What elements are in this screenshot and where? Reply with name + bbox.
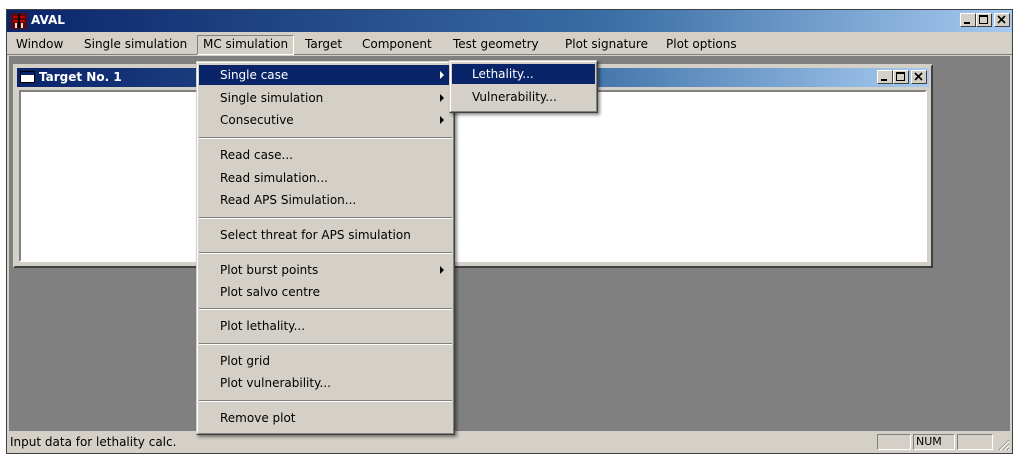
menu-component[interactable]: Component [357,35,437,53]
menu-item-label: Read case... [220,148,293,162]
submenu-arrow-icon [440,116,444,124]
menu-item-remove-plot[interactable]: Remove plot [199,408,452,428]
minimize-icon [964,22,970,24]
menu-item-label: Plot vulnerability... [220,376,331,390]
status-bar: Input data for lethality calc. NUM [7,431,1012,453]
child-window-title: Target No. 1 [39,70,122,84]
maximize-icon [979,15,988,24]
menu-bar: Window Single simulation MC simulation T… [7,32,1012,55]
menu-item-label: Lethality... [472,67,534,81]
menu-item-read-simulation[interactable]: Read simulation... [199,168,452,188]
menu-item-label: Plot burst points [220,263,319,277]
menu-item-label: Vulnerability... [472,90,557,104]
menu-item-plot-salvo-centre[interactable]: Plot salvo centre [199,282,452,302]
menu-mc-simulation[interactable]: MC simulation [197,35,295,55]
menu-item-label: Plot grid [220,354,270,368]
menu-item-plot-vulnerability[interactable]: Plot vulnerability... [199,373,452,393]
menu-single-simulation[interactable]: Single simulation [79,35,192,53]
menu-item-label: Select threat for APS simulation [220,228,411,242]
menu-item-single-simulation[interactable]: Single simulation [199,88,452,108]
menu-item-label: Single simulation [220,91,324,105]
menu-item-label: Read simulation... [220,171,328,185]
minimize-icon [881,79,887,81]
status-message: Input data for lethality calc. [10,435,177,449]
menu-item-label: Plot salvo centre [220,285,320,299]
menu-item-plot-grid[interactable]: Plot grid [199,351,452,371]
menu-item-read-case[interactable]: Read case... [199,145,452,165]
menu-separator [199,308,452,310]
child-minimize-button[interactable] [877,70,893,84]
menu-target[interactable]: Target [300,35,347,53]
status-panel-scroll [957,434,993,450]
submenu-arrow-icon [440,266,444,274]
status-panel-caps [877,434,911,450]
menu-separator [199,252,452,254]
menu-separator [199,137,452,139]
child-close-button[interactable] [911,70,927,84]
menu-item-plot-lethality[interactable]: Plot lethality... [199,316,452,336]
single-case-submenu: Lethality... Vulnerability... [449,60,598,113]
close-icon [914,72,923,81]
menu-item-label: Single case [220,68,289,82]
submenu-arrow-icon [440,94,444,102]
status-panel-num: NUM [913,434,955,450]
menu-plot-signature[interactable]: Plot signature [560,35,653,53]
menu-item-label: Consecutive [220,113,294,127]
menu-item-plot-burst-points[interactable]: Plot burst points [199,260,452,280]
target-canvas[interactable] [19,90,927,262]
close-icon [997,15,1006,24]
menu-item-label: Plot lethality... [220,319,306,333]
maximize-icon [896,72,905,81]
menu-test-geometry[interactable]: Test geometry [448,35,544,53]
submenu-item-vulnerability[interactable]: Vulnerability... [452,87,595,107]
maximize-button[interactable] [976,13,992,27]
menu-separator [199,343,452,345]
menu-item-label: Remove plot [220,411,296,425]
menu-item-read-aps-simulation[interactable]: Read APS Simulation... [199,190,452,210]
size-grip-icon[interactable] [998,439,1010,451]
window-icon[interactable] [20,71,35,83]
child-maximize-button[interactable] [893,70,909,84]
aval-app-icon[interactable] [11,13,27,29]
menu-separator [199,217,452,219]
menu-window[interactable]: Window [11,35,68,53]
menu-item-select-threat[interactable]: Select threat for APS simulation [199,225,452,245]
menu-item-single-case[interactable]: Single case [199,65,452,85]
menu-separator [199,400,452,402]
close-button[interactable] [994,13,1010,27]
minimize-button[interactable] [960,13,976,27]
submenu-arrow-icon [440,71,444,79]
submenu-item-lethality[interactable]: Lethality... [452,64,595,84]
mc-simulation-menu: Single case Single simulation Consecutiv… [196,61,455,435]
menu-item-consecutive[interactable]: Consecutive [199,110,452,130]
menu-item-label: Read APS Simulation... [220,193,357,207]
menu-plot-options[interactable]: Plot options [661,35,742,53]
title-bar[interactable]: AVAL [7,10,1012,32]
app-title: AVAL [31,13,65,27]
